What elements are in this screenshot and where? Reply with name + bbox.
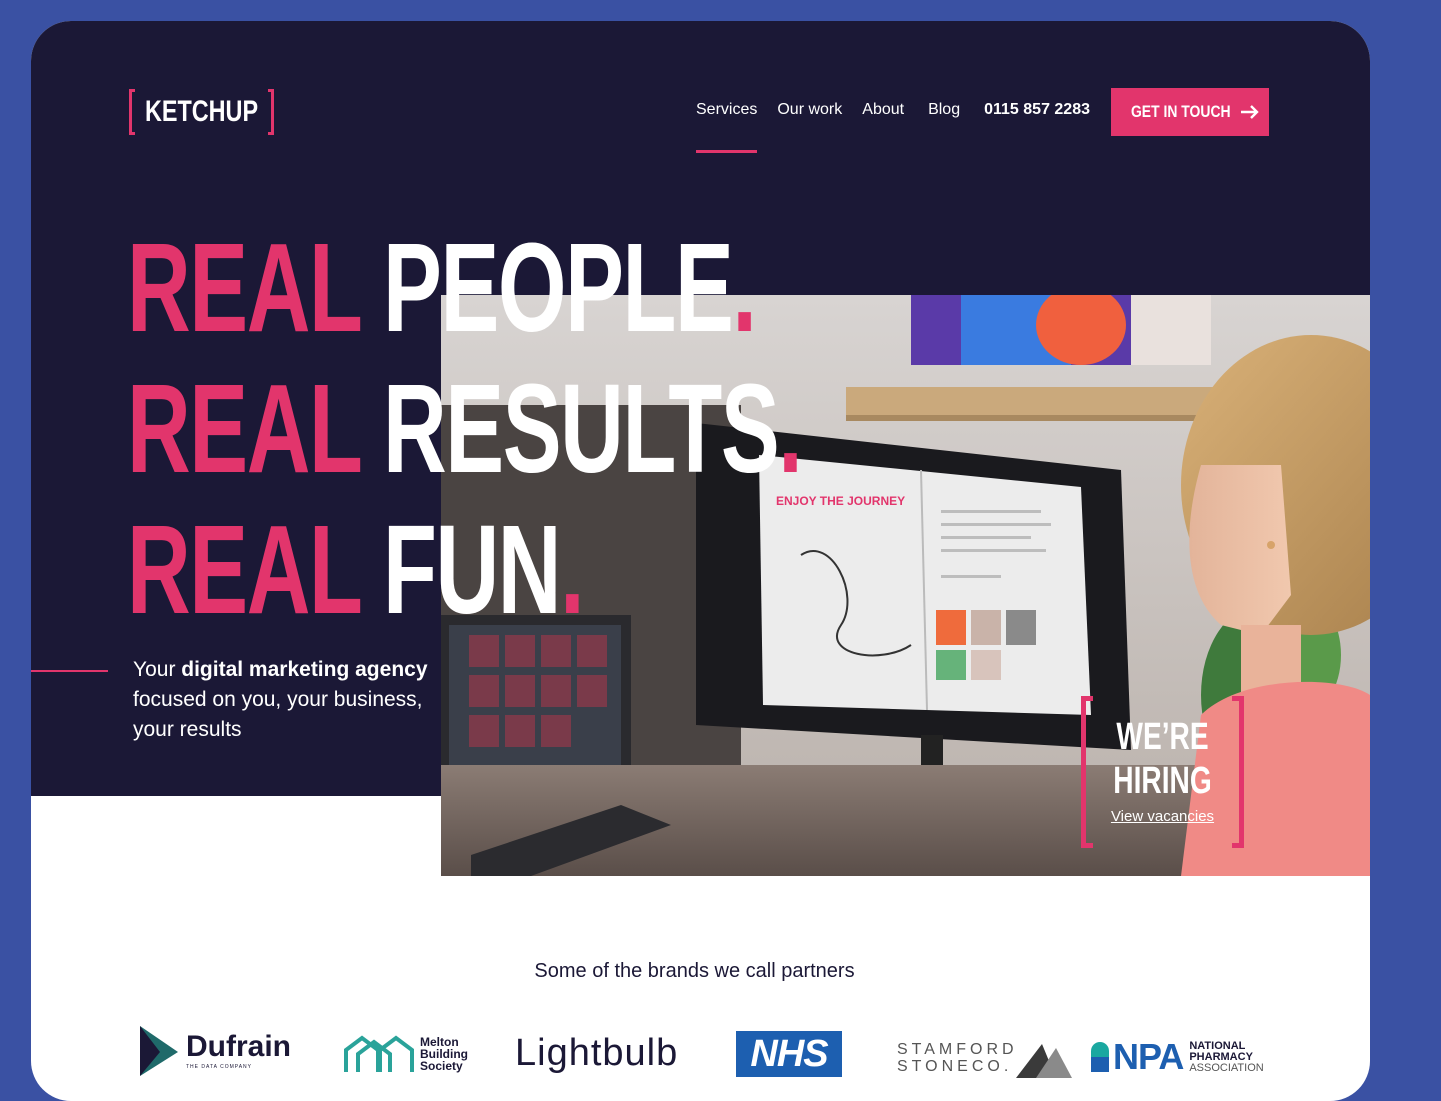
hiring-line-1: WE’RE	[1116, 716, 1209, 758]
headline-line-3: REAL FUN.	[127, 499, 585, 640]
phone-link[interactable]: 0115 857 2283	[984, 101, 1090, 119]
hiring-line-2: HIRING	[1113, 760, 1212, 802]
nav-blog[interactable]: Blog	[928, 101, 960, 119]
hiring-bracket-right	[1232, 696, 1244, 848]
logo-bracket-right	[268, 89, 275, 135]
dufrain-logo-icon	[140, 1026, 178, 1076]
hiring-badge: WE’RE HIRING View vacancies	[1081, 696, 1244, 848]
arrow-right-icon	[1240, 105, 1259, 119]
partner-logos: Dufrain THE DATA COMPANY Melton Building…	[31, 1026, 1370, 1086]
nav-our-work[interactable]: Our work	[777, 101, 842, 119]
get-in-touch-button[interactable]: GET IN TOUCH	[1111, 88, 1269, 136]
hiring-bracket-left	[1081, 696, 1093, 848]
cta-label: GET IN TOUCH	[1131, 102, 1231, 121]
melton-house-icon	[344, 1035, 414, 1072]
brand-npa: NPA NATIONAL PHARMACY ASSOCIATION	[1089, 1036, 1264, 1078]
logo-text: KETCHUP	[144, 95, 259, 128]
headline-line-1: REAL PEOPLE.	[127, 217, 757, 358]
view-vacancies-link[interactable]: View vacancies	[1081, 808, 1244, 825]
brand-melton-building-society: Melton Building Society	[344, 1034, 468, 1074]
brand-dufrain: Dufrain THE DATA COMPANY	[138, 1026, 291, 1076]
hero-headline: REAL PEOPLE. REAL RESULTS. REAL FUN.	[127, 217, 803, 640]
ketchup-logo[interactable]: KETCHUP	[129, 87, 275, 137]
main-nav: Services Our work About Blog 0115 857 22…	[696, 101, 1116, 153]
partners-title: Some of the brands we call partners	[534, 960, 855, 982]
nav-services[interactable]: Services	[696, 101, 758, 153]
logo-bracket-left	[129, 89, 135, 135]
headline-line-2: REAL RESULTS.	[127, 358, 803, 499]
brand-stamford-stone-co: STAMFORD STONECO.	[897, 1038, 1072, 1078]
hero-intro: Your digital marketing agency focused on…	[133, 658, 428, 741]
brand-nhs: NHS	[736, 1031, 842, 1077]
brand-lightbulb: Lightbulb	[515, 1032, 679, 1074]
intro-accent-line	[31, 670, 108, 672]
page-frame: KETCHUP Services Our work About Blog 011…	[31, 21, 1370, 1101]
stamford-mountain-icon	[1015, 1044, 1072, 1078]
nav-about[interactable]: About	[862, 101, 904, 119]
npa-capsule-icon	[1091, 1042, 1109, 1072]
